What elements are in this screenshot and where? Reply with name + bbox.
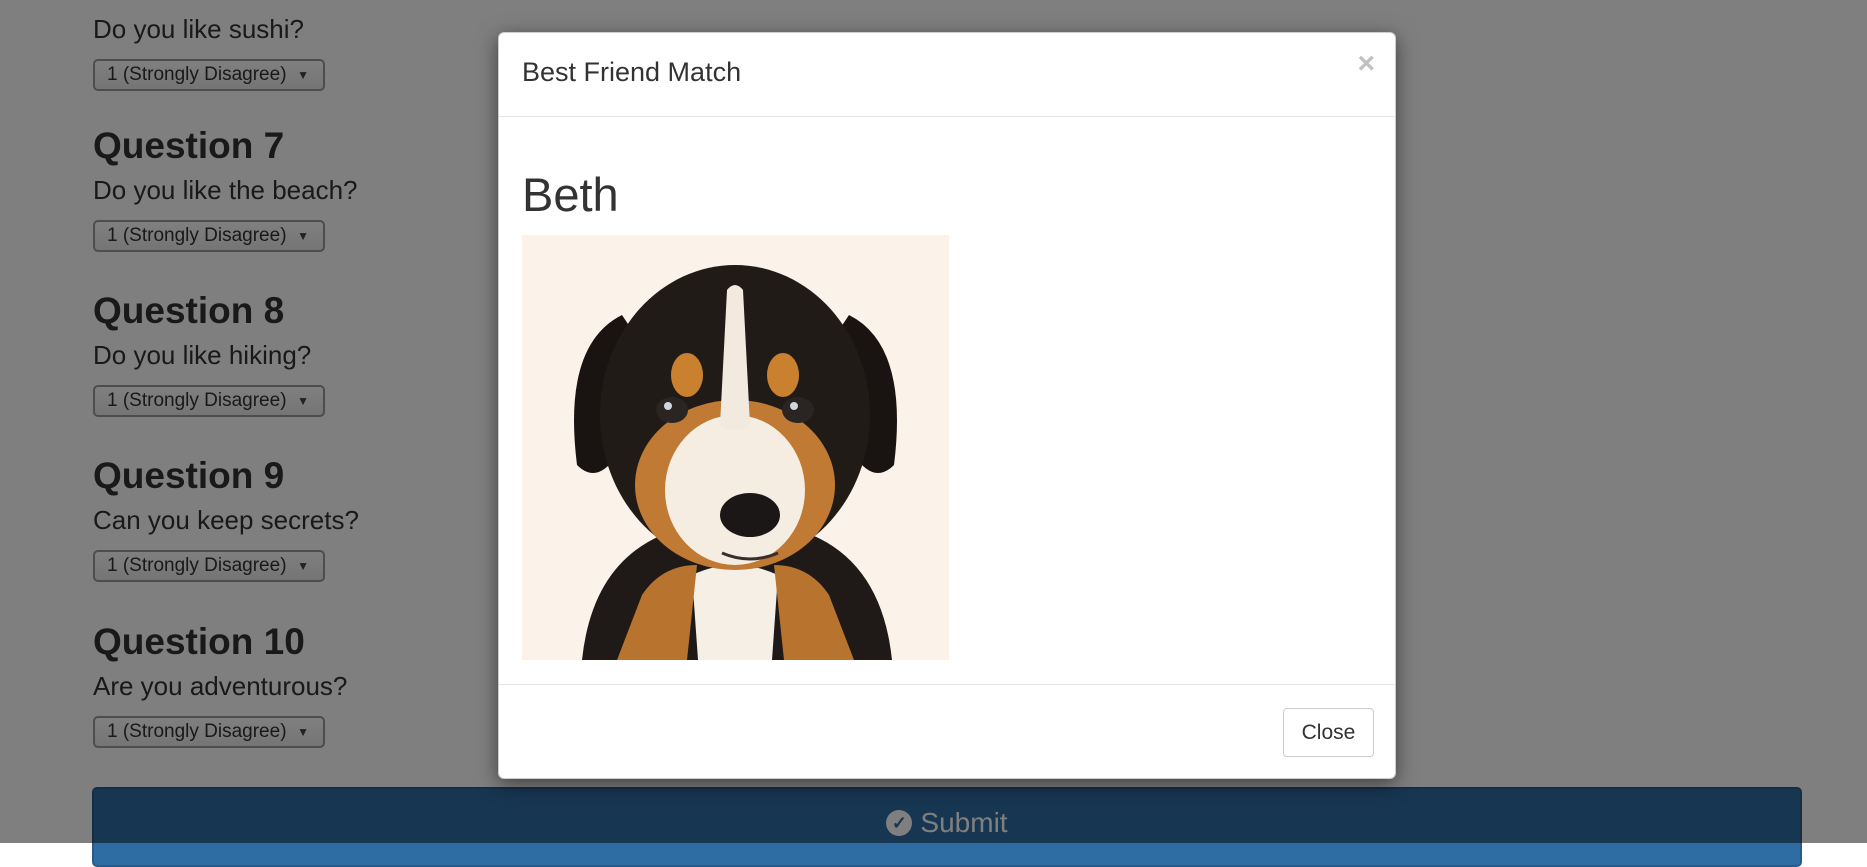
puppy-photo: [522, 235, 949, 660]
modal-header: Best Friend Match ×: [499, 33, 1395, 117]
close-button[interactable]: Close: [1283, 708, 1374, 757]
close-icon[interactable]: ×: [1357, 47, 1375, 81]
modal-body: Beth: [499, 117, 1395, 685]
match-name: Beth: [522, 168, 619, 221]
best-friend-modal: Best Friend Match × Beth Close: [498, 32, 1396, 779]
modal-footer: Close: [499, 685, 1395, 780]
modal-title: Best Friend Match: [522, 57, 742, 87]
